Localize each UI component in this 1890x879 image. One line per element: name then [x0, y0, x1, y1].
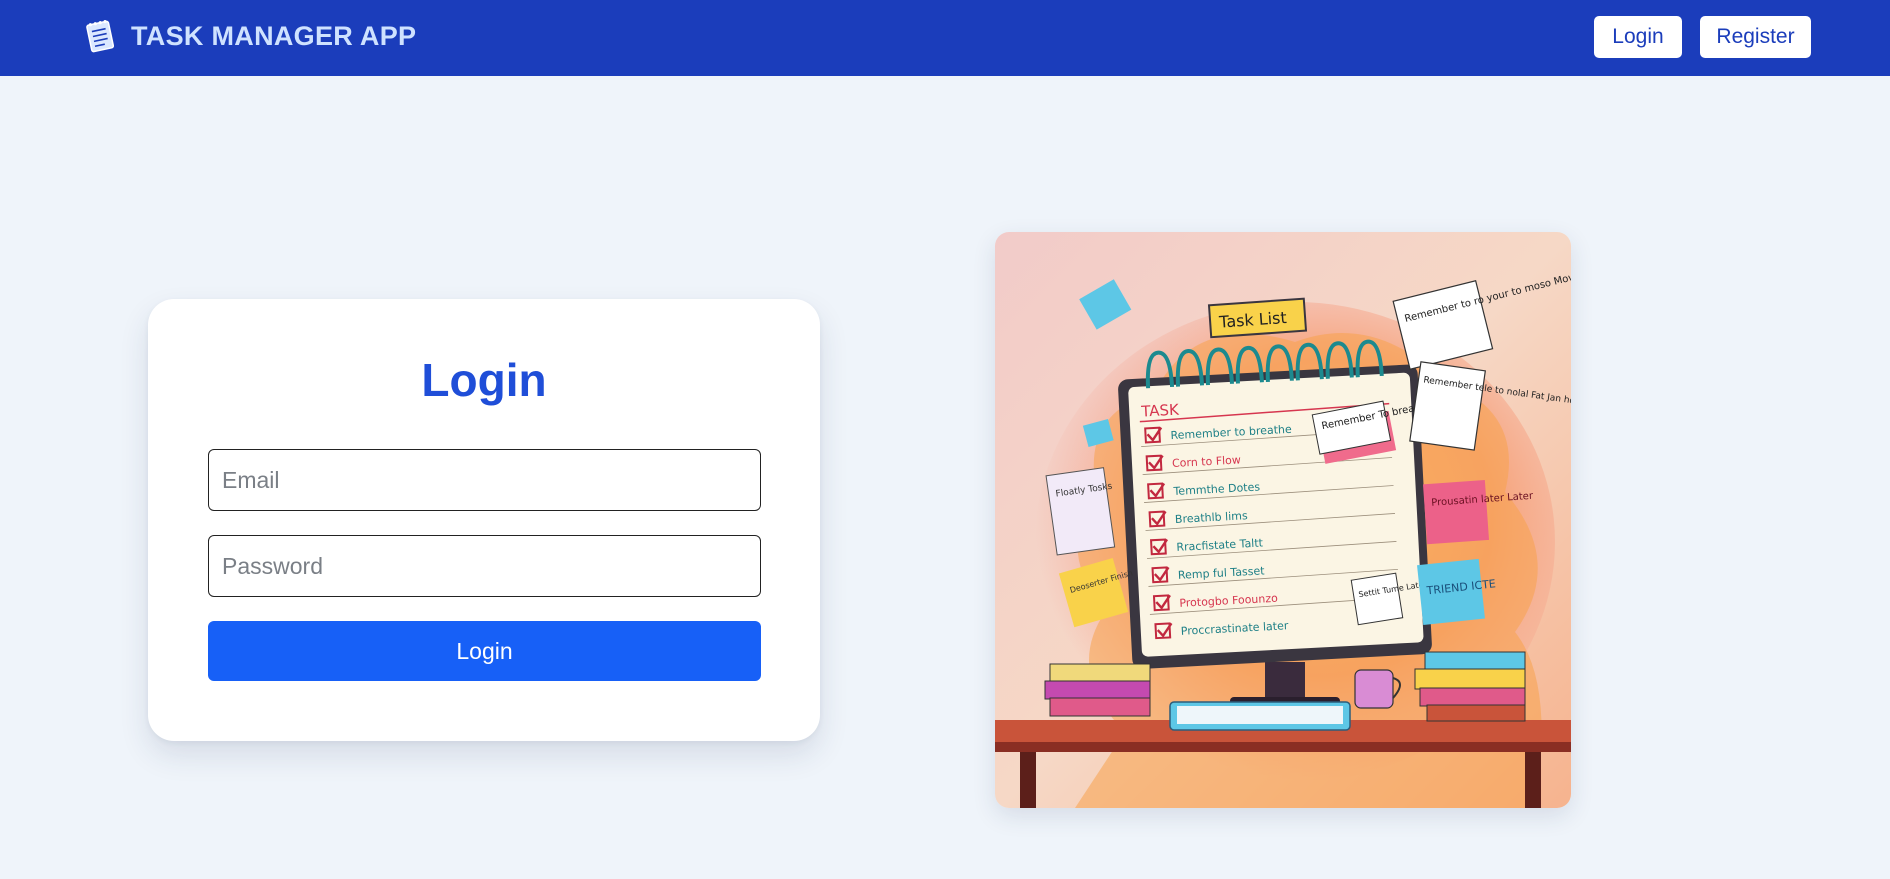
nav-register-button[interactable]: Register — [1700, 16, 1811, 58]
password-input[interactable] — [208, 535, 761, 597]
notepad-icon — [86, 20, 115, 53]
login-title: Login — [421, 354, 547, 406]
login-submit-button[interactable]: Login — [208, 621, 761, 681]
nav-login-button[interactable]: Login — [1594, 16, 1682, 58]
login-card: Login Login — [148, 299, 820, 741]
brand-title: TASK MANAGER APP — [131, 20, 417, 51]
brand[interactable]: TASK MANAGER APP — [83, 18, 416, 54]
task-list-illustration: TASK Remember to breathe Corn to Flow Te… — [995, 232, 1571, 808]
email-input[interactable] — [208, 449, 761, 511]
top-navbar: TASK MANAGER APP Login Register — [0, 0, 1890, 76]
illustration-svg: TASK Remember to breathe Corn to Flow Te… — [995, 232, 1571, 808]
notebook-header: TASK — [1140, 401, 1181, 421]
